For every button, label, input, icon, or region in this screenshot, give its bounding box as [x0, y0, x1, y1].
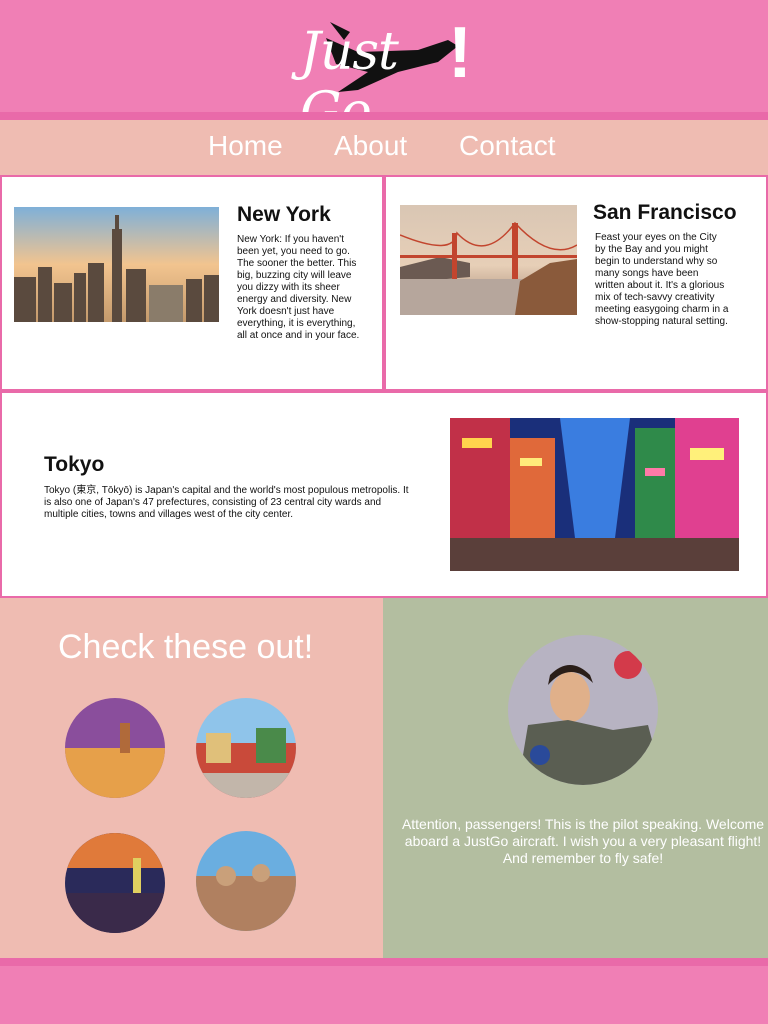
footer-divider [0, 958, 768, 966]
tokyo-card: Tokyo Tokyo (東京, Tōkyō) is Japan's capit… [0, 391, 768, 598]
header-divider [0, 112, 768, 120]
destination-thumb-2[interactable] [196, 698, 296, 798]
tokyo-title: Tokyo [44, 453, 105, 476]
check-title: Check these out! [58, 628, 314, 666]
logo-exclamation: ! [448, 13, 472, 93]
new-york-card: New York New York: If you haven't been y… [0, 175, 384, 391]
new-york-text: New York: If you haven't been yet, you n… [237, 234, 360, 341]
nav-home[interactable]: Home [208, 130, 283, 162]
site-header: Just Go ! [0, 0, 768, 142]
destination-thumb-1[interactable] [65, 698, 165, 798]
san-francisco-text: Feast your eyes on the City by the Bay a… [595, 232, 729, 327]
pilot-message: Attention, passengers! This is the pilot… [401, 816, 765, 866]
check-section: Check these out! [0, 598, 383, 958]
destination-thumb-3[interactable] [65, 833, 165, 933]
nav-contact[interactable]: Contact [459, 130, 556, 162]
san-francisco-photo [400, 205, 577, 315]
site-footer [0, 958, 768, 1024]
tokyo-photo [450, 418, 739, 571]
nav-about[interactable]: About [334, 130, 407, 162]
pilot-section: Attention, passengers! This is the pilot… [383, 598, 768, 958]
new-york-title: New York [237, 203, 331, 226]
pilot-photo [508, 635, 658, 785]
san-francisco-title: San Francisco [593, 201, 737, 224]
main-nav: Home About Contact [0, 120, 768, 175]
new-york-photo [14, 207, 219, 322]
destination-thumb-4[interactable] [196, 831, 296, 931]
justgo-logo[interactable]: Just Go ! [298, 10, 473, 142]
san-francisco-card: San Francisco Feast your eyes on the Cit… [384, 175, 768, 391]
tokyo-text: Tokyo (東京, Tōkyō) is Japan's capital and… [44, 485, 409, 520]
